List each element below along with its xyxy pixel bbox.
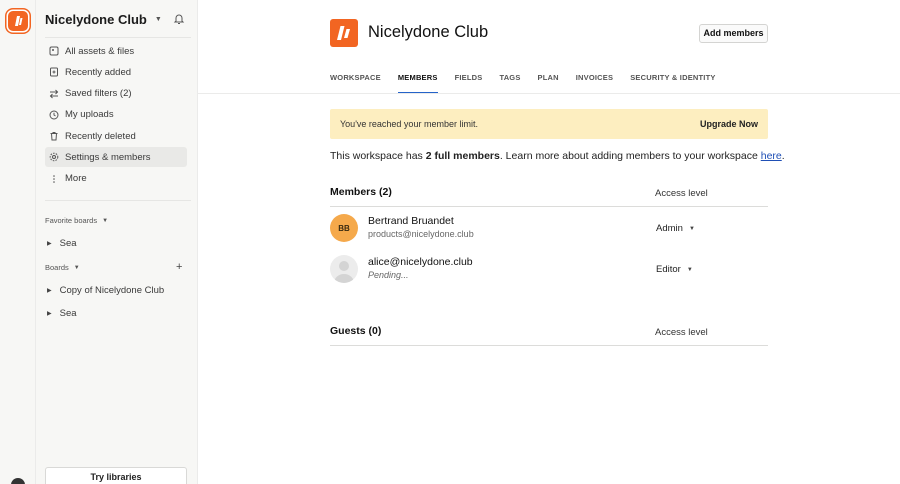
workspace-switcher[interactable]: Nicelydone Club ▼ bbox=[45, 10, 191, 28]
tab-tags[interactable]: TAGS bbox=[499, 73, 520, 94]
caret-down-icon: ▼ bbox=[686, 266, 693, 273]
caret-right-icon[interactable]: ▶ bbox=[47, 310, 52, 317]
page-title: Nicelydone Club bbox=[368, 23, 489, 41]
role-dropdown[interactable]: Admin ▼ bbox=[656, 223, 695, 234]
more-vertical-icon bbox=[49, 174, 59, 184]
sidebar-nav: All assets & files Recently added Saved … bbox=[45, 41, 187, 190]
member-count: 2 full members bbox=[425, 150, 500, 162]
avatar: BB bbox=[330, 214, 358, 242]
workspace-name: Nicelydone Club bbox=[45, 11, 147, 27]
workspace-brand-logo bbox=[330, 19, 358, 47]
add-board-icon[interactable]: + bbox=[176, 261, 182, 273]
favorite-board-item[interactable]: ▶ Sea bbox=[47, 238, 77, 249]
workspace-logo-icon[interactable] bbox=[8, 11, 28, 31]
tabs-divider bbox=[198, 93, 900, 94]
sidebar-divider bbox=[45, 200, 191, 201]
caret-down-icon: ▼ bbox=[102, 217, 109, 224]
main-content: Nicelydone Club Add members WORKSPACE ME… bbox=[198, 0, 900, 484]
tab-invoices[interactable]: INVOICES bbox=[576, 73, 613, 94]
trash-icon bbox=[49, 131, 59, 141]
settings-tabs: WORKSPACE MEMBERS FIELDS TAGS PLAN INVOI… bbox=[330, 73, 733, 94]
sidebar-item-label: Settings & members bbox=[65, 151, 151, 163]
board-item[interactable]: ▶ Sea bbox=[47, 308, 77, 319]
sidebar-item-label: Saved filters (2) bbox=[65, 88, 132, 100]
info-middle: . Learn more about adding members to you… bbox=[499, 150, 761, 162]
board-label: Copy of Nicelydone Club bbox=[59, 285, 165, 296]
tab-fields[interactable]: FIELDS bbox=[455, 73, 483, 94]
help-icon[interactable] bbox=[11, 478, 25, 484]
tab-members[interactable]: MEMBERS bbox=[397, 73, 438, 94]
sidebar-item-label: My uploads bbox=[65, 109, 114, 121]
sidebar-divider bbox=[45, 37, 191, 38]
workspace-rail bbox=[0, 0, 36, 484]
caret-right-icon[interactable]: ▶ bbox=[47, 287, 52, 294]
role-label: Admin bbox=[656, 223, 683, 234]
tab-workspace[interactable]: WORKSPACE bbox=[330, 73, 381, 94]
sidebar-item-my-uploads[interactable]: My uploads bbox=[45, 105, 187, 125]
banner-text: You've reached your member limit. bbox=[340, 119, 478, 129]
member-status: Pending... bbox=[368, 270, 409, 280]
member-limit-banner: You've reached your member limit. Upgrad… bbox=[330, 109, 768, 139]
info-suffix: . bbox=[781, 150, 785, 162]
access-level-header: Access level bbox=[655, 327, 708, 338]
sidebar-item-more[interactable]: More bbox=[45, 169, 187, 189]
role-dropdown[interactable]: Editor ▼ bbox=[656, 264, 693, 275]
board-item[interactable]: ▶ Copy of Nicelydone Club bbox=[47, 285, 164, 296]
sidebar-item-label: Recently deleted bbox=[65, 130, 136, 142]
upgrade-now-link[interactable]: Upgrade Now bbox=[700, 119, 758, 129]
notification-icon[interactable] bbox=[173, 12, 187, 26]
member-name: alice@nicelydone.club bbox=[368, 256, 473, 268]
guests-section-title: Guests (0) bbox=[330, 325, 382, 337]
learn-more-link[interactable]: here bbox=[761, 150, 782, 162]
tab-plan[interactable]: PLAN bbox=[538, 73, 559, 94]
member-row: BB Bertrand Bruandet products@nicelydone… bbox=[330, 214, 768, 244]
sidebar-item-recently-deleted[interactable]: Recently deleted bbox=[45, 126, 187, 146]
clock-icon bbox=[49, 110, 59, 120]
members-divider bbox=[330, 206, 768, 207]
assets-icon bbox=[49, 46, 59, 56]
try-libraries-button[interactable]: Try libraries bbox=[45, 467, 187, 484]
members-section-title: Members (2) bbox=[330, 186, 392, 198]
sidebar: Nicelydone Club ▼ All assets & files Rec… bbox=[36, 0, 198, 484]
sidebar-item-saved-filters[interactable]: Saved filters (2) bbox=[45, 84, 187, 104]
guests-divider bbox=[330, 345, 768, 346]
sidebar-item-label: All assets & files bbox=[65, 45, 135, 57]
caret-right-icon[interactable]: ▶ bbox=[47, 240, 52, 247]
access-level-header: Access level bbox=[655, 188, 708, 199]
chevron-down-icon: ▼ bbox=[154, 15, 162, 23]
recently-added-icon bbox=[49, 67, 59, 77]
board-label: Sea bbox=[59, 238, 77, 249]
boards-toggle[interactable]: Boards ▼ bbox=[45, 263, 80, 272]
sidebar-item-settings-members[interactable]: Settings & members bbox=[45, 147, 187, 168]
sidebar-item-all-assets[interactable]: All assets & files bbox=[45, 41, 187, 61]
caret-down-icon: ▼ bbox=[73, 264, 80, 271]
favorite-boards-label: Favorite boards bbox=[45, 216, 98, 225]
board-label: Sea bbox=[59, 308, 77, 319]
default-avatar-icon bbox=[330, 255, 358, 283]
sidebar-item-label: Recently added bbox=[65, 66, 132, 78]
role-label: Editor bbox=[656, 264, 681, 275]
gear-icon bbox=[49, 152, 59, 162]
caret-down-icon: ▼ bbox=[688, 225, 695, 232]
tab-security-identity[interactable]: SECURITY & IDENTITY bbox=[630, 73, 715, 94]
boards-label: Boards bbox=[45, 263, 69, 272]
member-name: Bertrand Bruandet bbox=[368, 215, 454, 227]
filters-icon bbox=[49, 89, 59, 99]
member-email: products@nicelydone.club bbox=[368, 229, 474, 239]
favorite-boards-toggle[interactable]: Favorite boards ▼ bbox=[45, 216, 108, 225]
workspace-info-text: This workspace has 2 full members. Learn… bbox=[330, 150, 785, 162]
member-row: alice@nicelydone.club Pending... Editor … bbox=[330, 255, 768, 285]
sidebar-item-label: More bbox=[65, 173, 87, 185]
sidebar-item-recently-added[interactable]: Recently added bbox=[45, 62, 187, 82]
add-members-button[interactable]: Add members bbox=[699, 24, 768, 43]
info-prefix: This workspace has bbox=[330, 150, 426, 162]
